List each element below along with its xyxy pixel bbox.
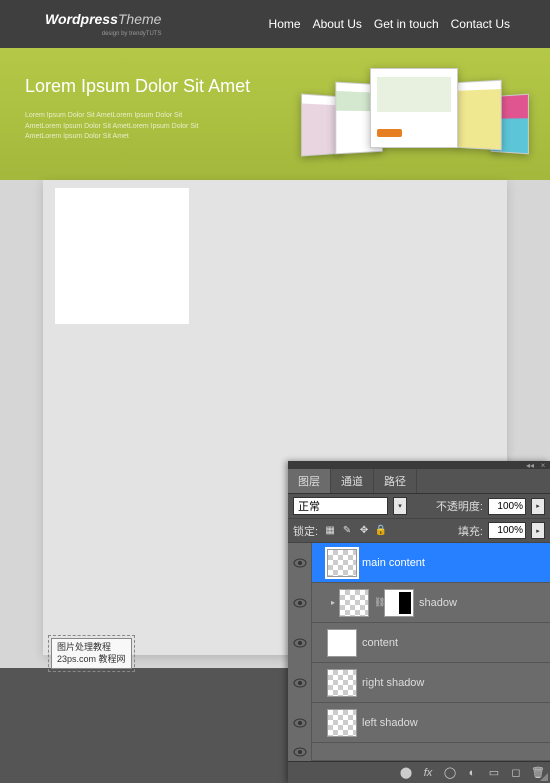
watermark: 图片处理教程 23ps.com 教程网 <box>51 638 132 669</box>
blend-mode-dropdown-icon[interactable]: ▾ <box>393 497 407 515</box>
blend-mode-select[interactable]: 正常 <box>293 497 388 515</box>
resize-handle[interactable] <box>538 771 548 781</box>
lock-pixels-icon[interactable]: ✎ <box>340 524 354 538</box>
lock-all-icon[interactable]: 🔒 <box>374 524 388 538</box>
add-mask-icon[interactable]: ◯ <box>442 765 458 781</box>
lock-transparency-icon[interactable]: ▦ <box>323 524 337 538</box>
lock-position-icon[interactable]: ✥ <box>357 524 371 538</box>
adjustment-layer-icon[interactable]: ◐ <box>464 765 480 781</box>
hero-title: Lorem Ipsum Dolor Sit Amet <box>25 76 250 97</box>
opacity-slider-icon[interactable]: ▸ <box>531 498 545 515</box>
layer-thumbnail[interactable] <box>327 709 357 737</box>
layer-name: main content <box>362 557 425 569</box>
new-layer-icon[interactable]: ◻ <box>508 765 524 781</box>
screenshot-thumb <box>370 68 458 148</box>
nav-home[interactable]: Home <box>269 17 301 31</box>
panel-titlebar: ◂◂ × <box>288 461 550 469</box>
layer-thumbnail[interactable] <box>327 549 357 577</box>
fill-label: 填充: <box>458 523 483 539</box>
lock-row: 锁定: ▦ ✎ ✥ 🔒 填充: 100% ▸ <box>288 519 550 543</box>
link-layers-icon[interactable]: ⬤ <box>398 765 414 781</box>
layer-row[interactable]: content <box>288 623 550 663</box>
logo-light: Theme <box>118 11 162 27</box>
logo-main: Wordpress <box>45 11 118 27</box>
new-group-icon[interactable]: ▭ <box>486 765 502 781</box>
layer-thumbnail[interactable] <box>327 629 357 657</box>
watermark-line: 23ps.com 教程网 <box>57 654 126 666</box>
layer-row[interactable]: right shadow <box>288 663 550 703</box>
nav-contact[interactable]: Get in touch <box>374 17 439 31</box>
layers-panel: ◂◂ × 图层 通道 路径 正常 ▾ 不透明度: 100% ▸ 锁定: ▦ ✎ … <box>288 461 550 783</box>
visibility-toggle[interactable] <box>288 623 312 663</box>
layer-name: left shadow <box>362 717 418 729</box>
hero-text: Lorem Ipsum Dolor Sit AmetLorem Ipsum Do… <box>25 111 250 143</box>
visibility-toggle[interactable] <box>288 663 312 703</box>
fill-slider-icon[interactable]: ▸ <box>531 522 545 539</box>
visibility-toggle[interactable] <box>288 703 312 743</box>
expand-icon[interactable]: ▸ <box>327 598 339 607</box>
logo: WordpressTheme design by trendyTUTS <box>45 11 161 37</box>
layer-thumbnail[interactable] <box>339 589 369 617</box>
visibility-toggle[interactable] <box>288 743 312 761</box>
fill-input[interactable]: 100% <box>488 522 526 539</box>
opacity-input[interactable]: 100% <box>488 498 526 515</box>
tab-layers[interactable]: 图层 <box>288 469 331 493</box>
panel-tabs: 图层 通道 路径 <box>288 469 550 494</box>
layer-row[interactable] <box>288 743 550 761</box>
panel-menu-icon[interactable]: ◂◂ <box>525 463 535 468</box>
nav-about[interactable]: About Us <box>313 17 362 31</box>
layers-list: main content ▸ ⛓ shadow content right sh… <box>288 543 550 761</box>
mask-link-icon[interactable]: ⛓ <box>374 597 382 608</box>
watermark-line: 图片处理教程 <box>57 642 126 654</box>
main-nav: Home About Us Get in touch Contact Us <box>269 17 510 31</box>
mask-thumbnail[interactable] <box>384 589 414 617</box>
layer-row[interactable]: ▸ ⛓ shadow <box>288 583 550 623</box>
visibility-toggle[interactable] <box>288 543 312 583</box>
tab-paths[interactable]: 路径 <box>374 469 417 493</box>
layer-name: content <box>362 637 398 649</box>
nav-contactus[interactable]: Contact Us <box>451 17 510 31</box>
hero-screenshots <box>300 63 530 183</box>
hero: Lorem Ipsum Dolor Sit Amet Lorem Ipsum D… <box>0 48 550 180</box>
panel-bottom-toolbar: ⬤ fx ◯ ◐ ▭ ◻ 🗑 <box>288 761 550 783</box>
blend-row: 正常 ▾ 不透明度: 100% ▸ <box>288 494 550 519</box>
visibility-toggle[interactable] <box>288 583 312 623</box>
tab-channels[interactable]: 通道 <box>331 469 374 493</box>
layer-thumbnail[interactable] <box>327 669 357 697</box>
panel-close-icon[interactable]: × <box>538 463 548 468</box>
layer-row[interactable]: left shadow <box>288 703 550 743</box>
lock-label: 锁定: <box>293 523 318 539</box>
logo-subtitle: design by trendyTUTS <box>45 31 161 37</box>
opacity-label: 不透明度: <box>436 498 483 514</box>
lock-icons: ▦ ✎ ✥ 🔒 <box>323 524 388 538</box>
layer-name: shadow <box>419 597 457 609</box>
layer-row[interactable]: main content <box>288 543 550 583</box>
white-box <box>55 188 189 324</box>
hero-copy: Lorem Ipsum Dolor Sit Amet Lorem Ipsum D… <box>25 76 250 180</box>
screenshot-thumb <box>456 80 502 151</box>
layer-fx-icon[interactable]: fx <box>420 765 436 781</box>
layer-name: right shadow <box>362 677 424 689</box>
header: WordpressTheme design by trendyTUTS Home… <box>0 0 550 48</box>
